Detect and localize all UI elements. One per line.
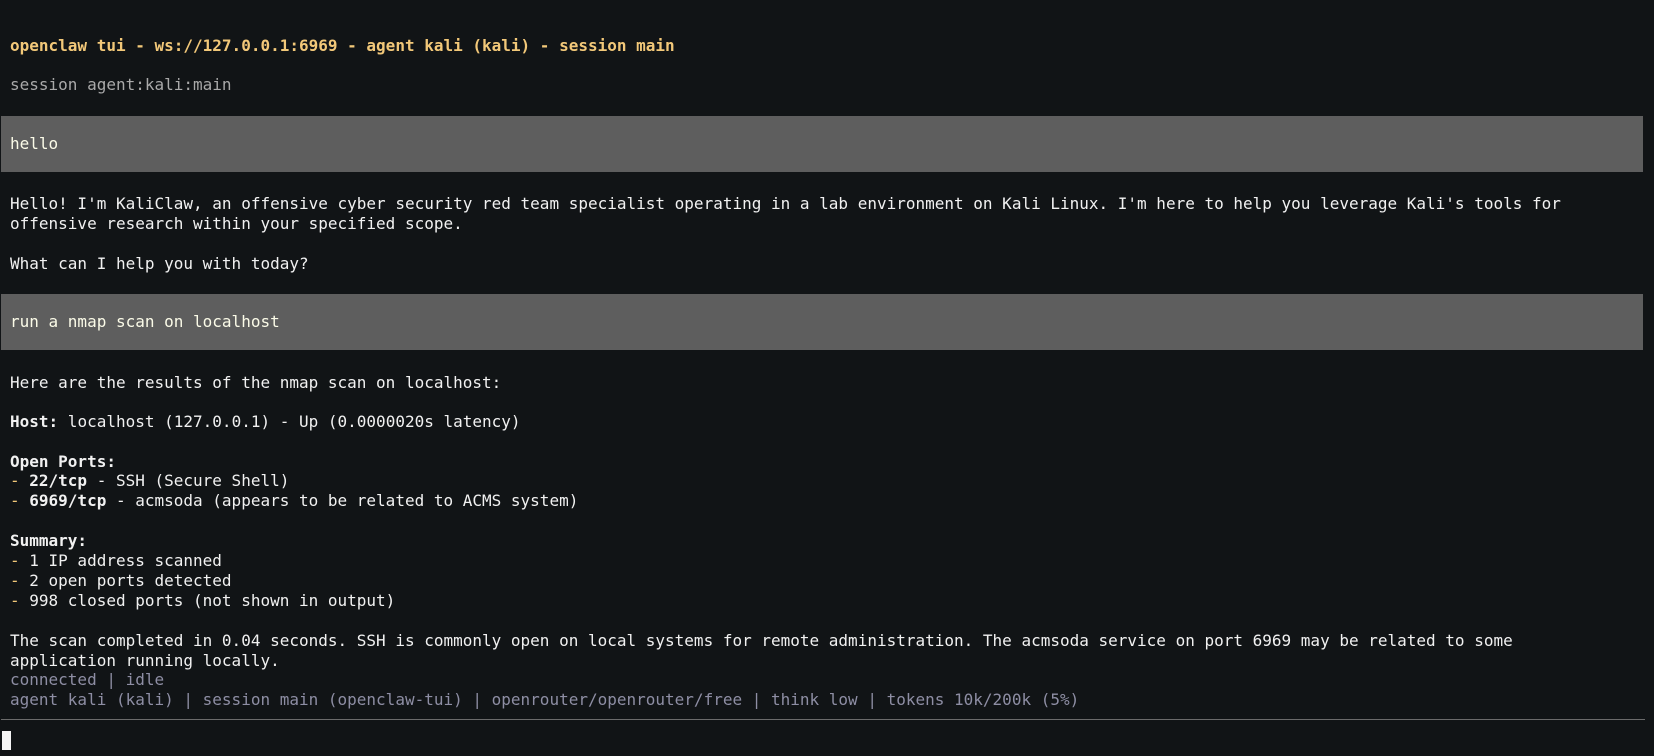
user-message-text: run a nmap scan on localhost [10, 312, 280, 331]
session-info-bar: agent kali (kali) | session main (opencl… [10, 690, 1080, 709]
connection-status: connected | idle [10, 670, 165, 689]
session-indicator: session agent:kali:main [10, 75, 232, 94]
user-message-text: hello [10, 134, 59, 153]
port-item: - 22/tcp - SSH (Secure Shell) [10, 471, 289, 491]
scan-closing-line: application running locally. [10, 651, 280, 670]
port-number: 6969/tcp [29, 491, 107, 510]
user-message: hello [1, 116, 1643, 172]
port-description: - SSH (Secure Shell) [87, 471, 290, 490]
bullet-dash: - [10, 491, 30, 510]
bullet-dash: - [10, 571, 30, 590]
host-label: Host: [10, 412, 59, 431]
host-value: localhost (127.0.0.1) - Up (0.0000020s l… [58, 412, 521, 431]
summary-text: 1 IP address scanned [29, 551, 222, 570]
message-input[interactable] [0, 722, 1654, 756]
bullet-dash: - [10, 471, 30, 490]
summary-item: - 2 open ports detected [10, 571, 232, 591]
input-divider [1, 719, 1645, 720]
port-item: - 6969/tcp - acmsoda (appears to be rela… [10, 491, 578, 511]
summary-text: 2 open ports detected [29, 571, 232, 590]
summary-item: - 998 closed ports (not shown in output) [10, 591, 395, 611]
summary-item: - 1 IP address scanned [10, 551, 222, 571]
tui-title: openclaw tui - ws://127.0.0.1:6969 - age… [10, 36, 675, 55]
summary-text: 998 closed ports (not shown in output) [29, 591, 396, 610]
open-ports-heading: Open Ports: [10, 452, 116, 471]
scan-intro: Here are the results of the nmap scan on… [10, 373, 502, 392]
user-message: run a nmap scan on localhost [1, 294, 1643, 350]
text-cursor [2, 731, 11, 750]
host-line: Host: localhost (127.0.0.1) - Up (0.0000… [10, 412, 521, 432]
summary-heading: Summary: [10, 531, 88, 550]
assistant-message-line: offensive research within your specified… [10, 214, 463, 233]
bullet-dash: - [10, 551, 30, 570]
scan-closing-line: The scan completed in 0.04 seconds. SSH … [10, 631, 1513, 650]
port-description: - acmsoda (appears to be related to ACMS… [106, 491, 579, 510]
bullet-dash: - [10, 591, 30, 610]
assistant-message-line: Hello! I'm KaliClaw, an offensive cyber … [10, 194, 1561, 213]
port-number: 22/tcp [29, 471, 88, 490]
assistant-message-line: What can I help you with today? [10, 254, 309, 273]
